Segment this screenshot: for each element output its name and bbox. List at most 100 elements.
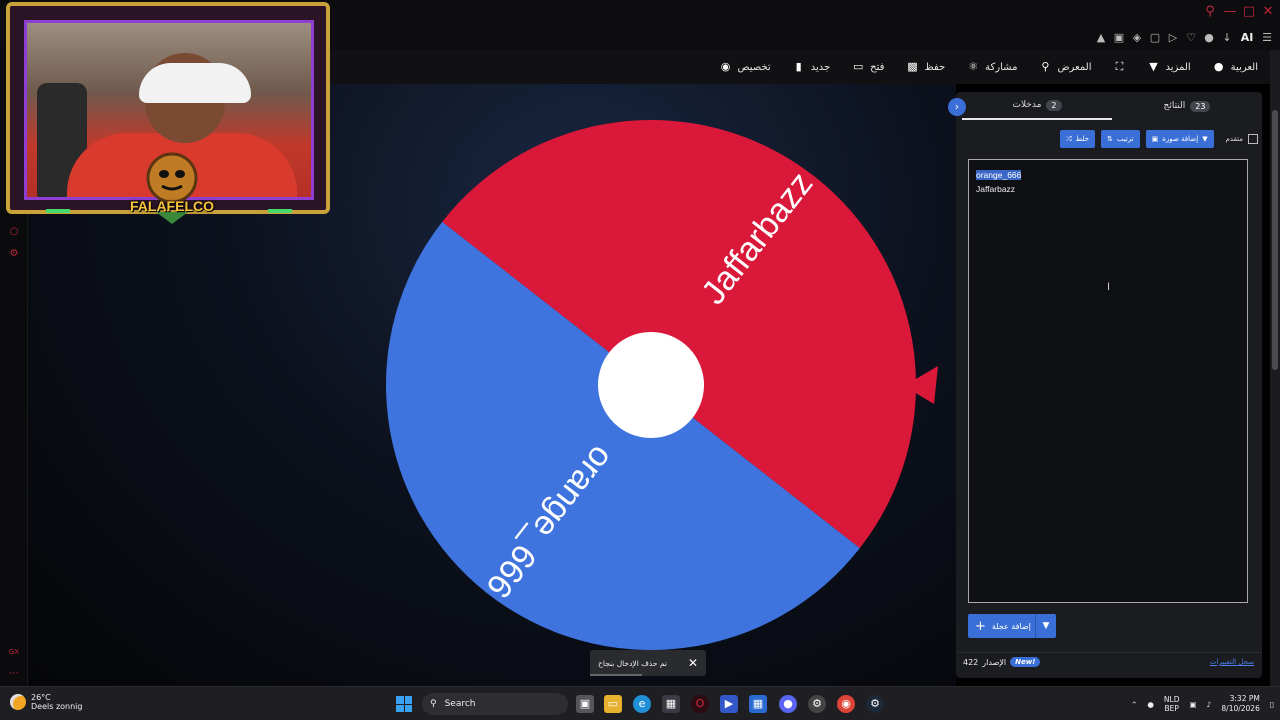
messenger-icon[interactable]: ○ — [7, 226, 21, 240]
taskbar-search[interactable]: ⚲ Search — [422, 693, 568, 715]
version-label: الإصدار — [982, 657, 1007, 667]
advanced-toggle[interactable]: متقدم — [1226, 134, 1258, 144]
calculator-icon[interactable]: ▦ — [749, 695, 767, 713]
caret-down-icon[interactable]: ▼ — [1202, 135, 1207, 143]
partly-sunny-icon — [10, 694, 26, 710]
account-icon[interactable]: ● — [1202, 31, 1216, 45]
weather-temp: 26°C — [31, 693, 51, 702]
toast-message: تم حذف الإدخال بنجاح — [598, 658, 667, 668]
entries-textarea[interactable]: orange_666 Jaffarbazz I — [968, 159, 1248, 603]
nav-language[interactable]: ● العربية — [1213, 61, 1258, 73]
tab-entries[interactable]: 2 مدخلات — [962, 92, 1112, 120]
nav-more-label: المزيد — [1165, 61, 1191, 73]
person-cap — [139, 63, 251, 103]
menu-icon[interactable]: ☰ — [1260, 31, 1274, 45]
input-language[interactable]: NLD BEP — [1164, 695, 1180, 713]
shuffle-label: خلط — [1075, 135, 1089, 143]
settings-icon[interactable]: ⚙ — [808, 695, 826, 713]
chevron-up-icon[interactable]: ⌃ — [1131, 700, 1137, 709]
nav-new[interactable]: ▮ جديد — [793, 60, 831, 73]
media-player-icon[interactable]: ▶ — [720, 695, 738, 713]
wheel-center[interactable] — [598, 332, 704, 438]
speaker-icon[interactable]: ♪ — [1207, 700, 1212, 709]
file-icon: ▮ — [795, 60, 802, 73]
nav-save-label: حفظ — [924, 61, 946, 73]
add-wheel-button[interactable]: + إضافة عجلة ▼ — [968, 614, 1056, 638]
maximize-icon[interactable]: □ — [1241, 4, 1257, 20]
toast-progress — [590, 674, 642, 676]
more-icon[interactable]: ⋯ — [7, 668, 21, 682]
nav-gallery[interactable]: ⚲ المعرض — [1039, 61, 1091, 73]
caret-down-icon[interactable]: ▼ — [1036, 621, 1056, 631]
discord-icon[interactable]: ● — [779, 695, 797, 713]
chrome-icon[interactable]: ◉ — [837, 695, 855, 713]
task-view-icon[interactable]: ▣ — [576, 695, 594, 713]
entry-text[interactable]: orange_666 — [976, 170, 1022, 180]
ai-button[interactable]: AI — [1238, 31, 1256, 45]
windows-taskbar: 26°C Deels zonnig ⚲ Search ▣ ▭ e ▦ O ▶ ▦… — [0, 686, 1280, 720]
nav-more[interactable]: ▼ المزيد — [1148, 61, 1191, 73]
results-count: 23 — [1190, 100, 1211, 112]
microphone-icon[interactable]: ● — [1147, 700, 1154, 709]
weather-widget[interactable]: 26°C Deels zonnig — [10, 693, 82, 711]
nav-open[interactable]: ▭ فتح — [852, 61, 884, 73]
advanced-checkbox[interactable] — [1248, 134, 1258, 144]
nav-customize-label: تخصيص — [737, 61, 771, 73]
shuffle-icon: ⤮ — [1066, 134, 1072, 143]
frame-stripe-right — [268, 209, 292, 213]
add-wheel-main[interactable]: + إضافة عجلة — [968, 614, 1036, 638]
entry-line[interactable]: orange_666 — [976, 168, 1240, 182]
file-explorer-icon[interactable]: ▭ — [604, 695, 622, 713]
nav-language-label: العربية — [1230, 61, 1258, 73]
page-scrollbar[interactable] — [1270, 50, 1280, 686]
changelog-link[interactable]: سجل التغييرات — [1210, 658, 1254, 666]
opera-gx-icon[interactable]: O — [691, 695, 709, 713]
nav-share[interactable]: ⚛ مشاركة — [967, 61, 1017, 73]
gx-icon[interactable]: GX — [7, 648, 21, 662]
version-info: 422 الإصدار New! — [963, 657, 1041, 667]
entry-text[interactable]: Jaffarbazz — [976, 184, 1015, 194]
close-icon[interactable]: ✕ — [1260, 4, 1276, 20]
palette-icon: ◉ — [720, 60, 731, 73]
nav-open-label: فتح — [870, 61, 885, 73]
heart-icon[interactable]: ♡ — [1184, 31, 1198, 45]
notification-toast: تم حذف الإدخال بنجاح ✕ — [590, 650, 706, 676]
nav-fullscreen[interactable]: ⛶ — [1114, 61, 1126, 73]
settings-icon[interactable]: ⚙ — [7, 248, 21, 262]
tab-results[interactable]: 23 النتائج — [1112, 92, 1262, 120]
add-image-button[interactable]: ▣ إضافة صورة ▼ — [1145, 130, 1214, 148]
nav-customize[interactable]: ◉ تخصيص — [720, 61, 771, 73]
edge-icon[interactable]: e — [633, 695, 651, 713]
monitor-icon[interactable]: ▣ — [1190, 700, 1197, 709]
download-icon[interactable]: ↓ — [1220, 31, 1234, 45]
shuffle-button[interactable]: ⤮ خلط — [1060, 130, 1095, 148]
lang-bottom: BEP — [1164, 704, 1179, 713]
camera-icon[interactable]: ▣ — [1112, 31, 1126, 45]
nav-save[interactable]: ▩ حفظ — [906, 61, 945, 73]
globe-icon: ● — [1213, 60, 1224, 73]
windows-start-icon[interactable] — [396, 696, 412, 712]
logo-text: FALAFELCO — [130, 198, 214, 214]
webcam-overlay: FALAFELCO — [6, 2, 330, 224]
sort-icon: ⇅ — [1106, 135, 1113, 143]
entries-panel: › 23 النتائج 2 مدخلات متقدم ▣ إضافة صورة… — [948, 92, 1262, 678]
store-icon[interactable]: ▦ — [662, 695, 680, 713]
pin-icon[interactable]: ▲ — [1094, 31, 1108, 45]
notifications-icon[interactable]: ▯ — [1270, 700, 1274, 709]
minimize-icon[interactable]: — — [1222, 4, 1238, 20]
search-icon[interactable]: ⚲ — [1202, 4, 1218, 20]
scrollbar-thumb[interactable] — [1272, 110, 1278, 370]
browser-toolbar-icons: ▲ ▣ ◈ ▢ ▷ ♡ ● ↓ AI ☰ — [1094, 28, 1274, 48]
cube-icon[interactable]: ▢ — [1148, 31, 1162, 45]
lang-top: NLD — [1163, 695, 1180, 704]
sort-button[interactable]: ⇅ ترتيب — [1100, 130, 1140, 148]
clock-time: 3:32 PM — [1229, 694, 1260, 703]
entry-line[interactable]: Jaffarbazz — [976, 182, 1240, 196]
steam-icon[interactable]: ⚙ — [866, 695, 884, 713]
clock[interactable]: 3:32 PM 8/10/2026 — [1221, 694, 1259, 714]
add-wheel-label: إضافة عجلة — [991, 621, 1031, 631]
shield-icon[interactable]: ◈ — [1130, 31, 1144, 45]
close-icon[interactable]: ✕ — [688, 656, 698, 670]
search-placeholder: Search — [444, 699, 476, 709]
play-icon[interactable]: ▷ — [1166, 31, 1180, 45]
